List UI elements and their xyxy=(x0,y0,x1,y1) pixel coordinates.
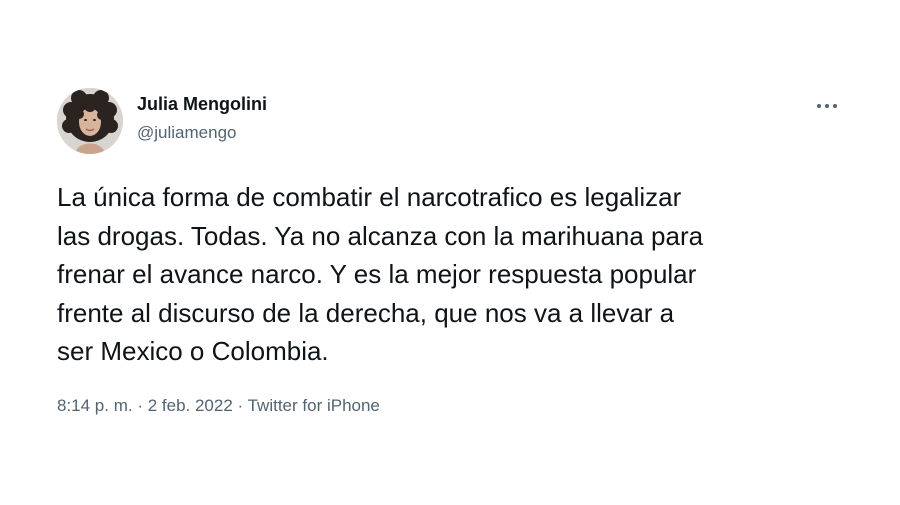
tweet-text: La única forma de combatir el narcotrafi… xyxy=(57,182,704,366)
profile-photo xyxy=(57,88,123,154)
avatar[interactable] xyxy=(57,88,123,154)
tweet-date[interactable]: 2 feb. 2022 xyxy=(148,396,233,415)
author-handle[interactable]: @juliamengo xyxy=(137,123,236,143)
tweet-metadata: 8:14 p. m. · 2 feb. 2022 · Twitter for i… xyxy=(57,396,380,416)
tweet-time[interactable]: 8:14 p. m. xyxy=(57,396,133,415)
more-options-button[interactable] xyxy=(812,95,842,117)
more-horizontal-icon xyxy=(817,104,837,108)
tweet-card: Julia Mengolini @juliamengo La única for… xyxy=(0,0,900,505)
author-name[interactable]: Julia Mengolini xyxy=(137,94,267,115)
meta-separator: · xyxy=(132,396,148,415)
tweet-source[interactable]: Twitter for iPhone xyxy=(248,396,380,415)
meta-separator: · xyxy=(232,396,248,415)
